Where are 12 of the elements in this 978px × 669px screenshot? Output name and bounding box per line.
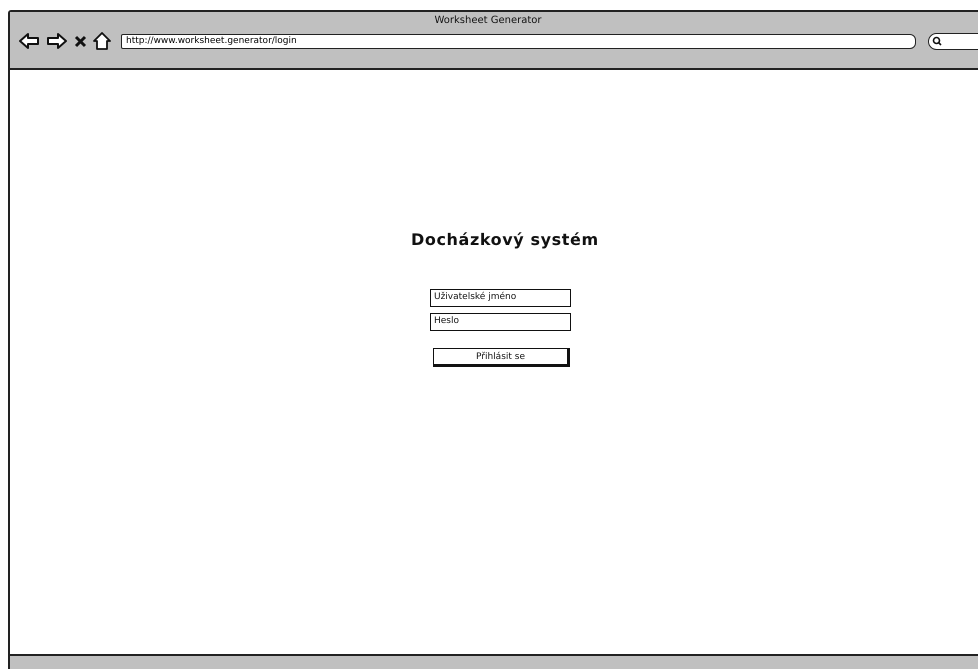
- forward-icon[interactable]: [46, 32, 68, 50]
- search-field[interactable]: [928, 32, 978, 50]
- username-field[interactable]: Uživatelské jméno: [430, 289, 571, 307]
- search-icon: [932, 36, 942, 46]
- home-icon[interactable]: [93, 32, 111, 50]
- page-heading: Docházkový systém: [411, 230, 599, 249]
- password-field[interactable]: Heslo: [430, 313, 571, 331]
- address-field[interactable]: http://www.worksheet.generator/login: [121, 34, 916, 48]
- login-button[interactable]: Přihlásit se: [433, 348, 570, 367]
- close-icon[interactable]: [74, 34, 87, 48]
- window-title: Worksheet Generator: [434, 15, 542, 26]
- back-icon[interactable]: [18, 32, 40, 50]
